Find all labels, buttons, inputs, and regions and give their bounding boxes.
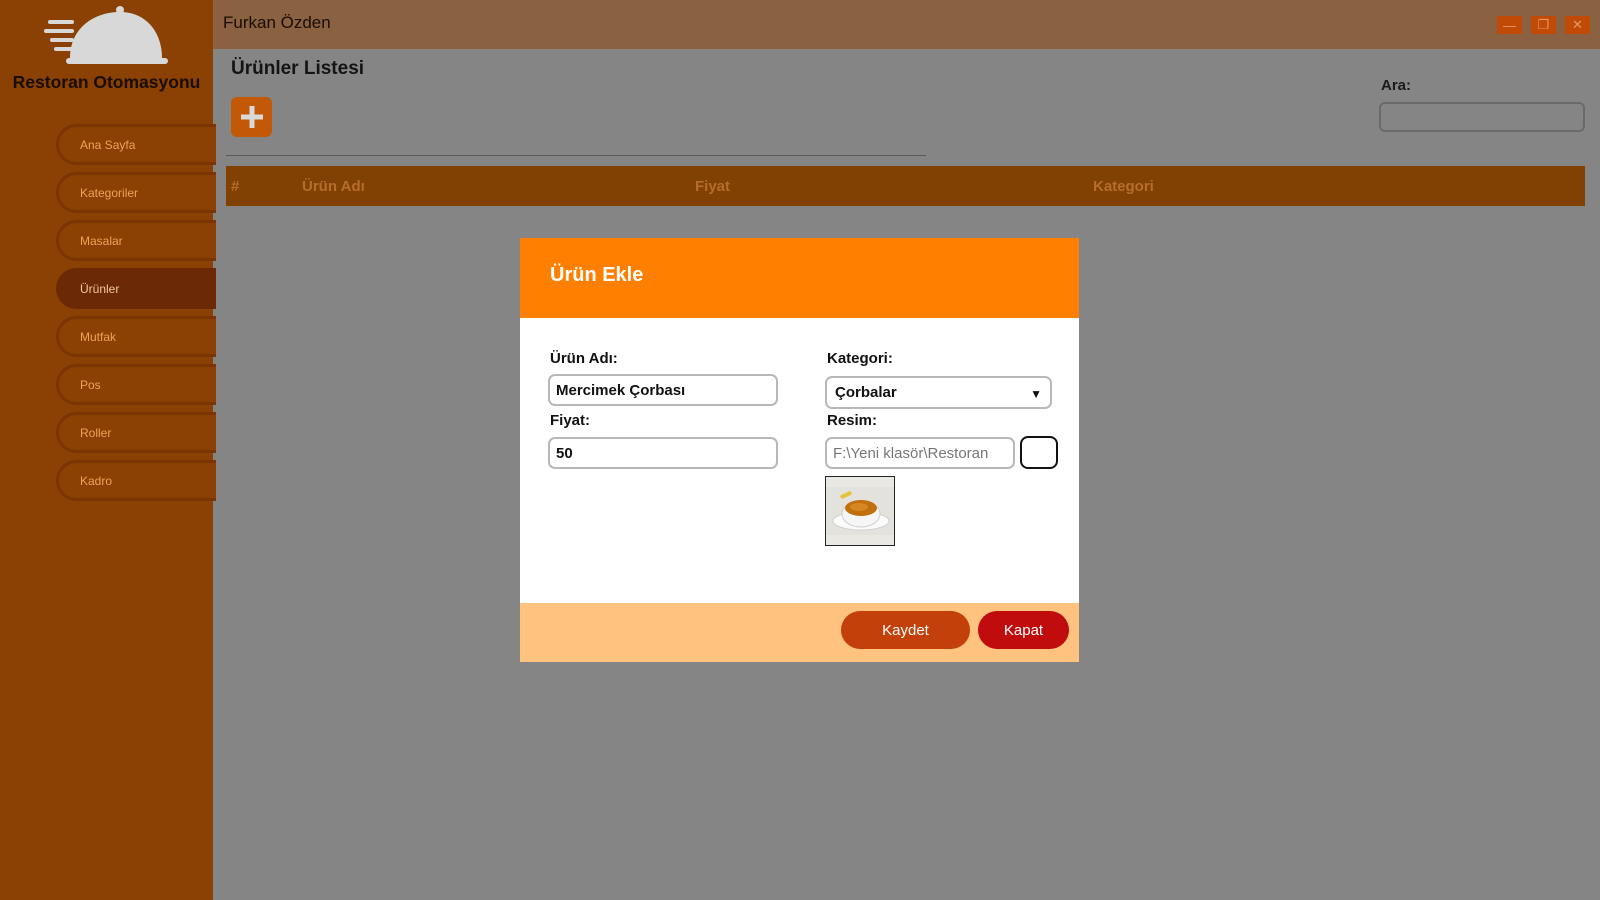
sidebar-item-kategoriler[interactable]: Kategoriler [56,172,216,213]
column-header-price: Fiyat [695,178,731,195]
table-header: # Ürün Adı Fiyat Kategori [226,166,1585,206]
chevron-down-icon: ▼ [1030,387,1042,401]
column-header-product-name: Ürün Adı [302,178,365,195]
sidebar-item-pos[interactable]: Pos [56,364,216,405]
sidebar-item-urunler[interactable]: Ürünler [56,268,216,309]
category-label: Kategori: [827,350,893,367]
divider [226,155,926,156]
dialog-title: Ürün Ekle [520,238,1079,318]
image-label: Resim: [827,412,878,429]
title-bar: Furkan Özden — ❐ ✕ [213,0,1600,49]
search-label: Ara: [1381,77,1412,94]
column-header-index: # [231,178,240,195]
product-image-preview [825,476,895,546]
category-selected-value: Çorbalar [835,384,897,401]
sidebar-item-roller[interactable]: Roller [56,412,216,453]
add-product-button[interactable] [231,97,272,137]
sidebar: Restoran Otomasyonu Ana Sayfa Kategorile… [0,0,216,900]
plus-icon [240,106,263,128]
page-title: Ürünler Listesi [231,58,365,79]
price-label: Fiyat: [550,412,591,429]
column-header-category: Kategori [1093,178,1154,195]
user-name: Furkan Özden [223,13,331,32]
maximize-button[interactable]: ❐ [1531,16,1556,34]
restaurant-logo-icon [44,6,168,64]
image-path-input[interactable] [825,437,1015,469]
minimize-button[interactable]: — [1497,16,1522,34]
sidebar-item-ana-sayfa[interactable]: Ana Sayfa [56,124,216,165]
sidebar-item-kadro[interactable]: Kadro [56,460,216,501]
app-name: Restoran Otomasyonu [12,72,201,92]
sidebar-item-mutfak[interactable]: Mutfak [56,316,216,357]
search-input[interactable] [1379,102,1585,132]
add-product-dialog: Ürün Ekle Ürün Adı: Fiyat: Kategori: Çor… [520,238,1079,662]
dialog-footer: Kaydet Kapat [520,603,1079,662]
price-input[interactable] [548,437,778,469]
sidebar-item-masalar[interactable]: Masalar [56,220,216,261]
product-name-input[interactable] [548,374,778,406]
soup-bowl-icon [826,477,894,545]
close-window-button[interactable]: ✕ [1565,16,1590,34]
close-button[interactable]: Kapat [978,611,1069,649]
category-select[interactable]: Çorbalar ▼ [825,376,1052,409]
browse-image-button[interactable] [1020,436,1058,469]
product-name-label: Ürün Adı: [550,350,618,367]
save-button[interactable]: Kaydet [841,611,970,649]
